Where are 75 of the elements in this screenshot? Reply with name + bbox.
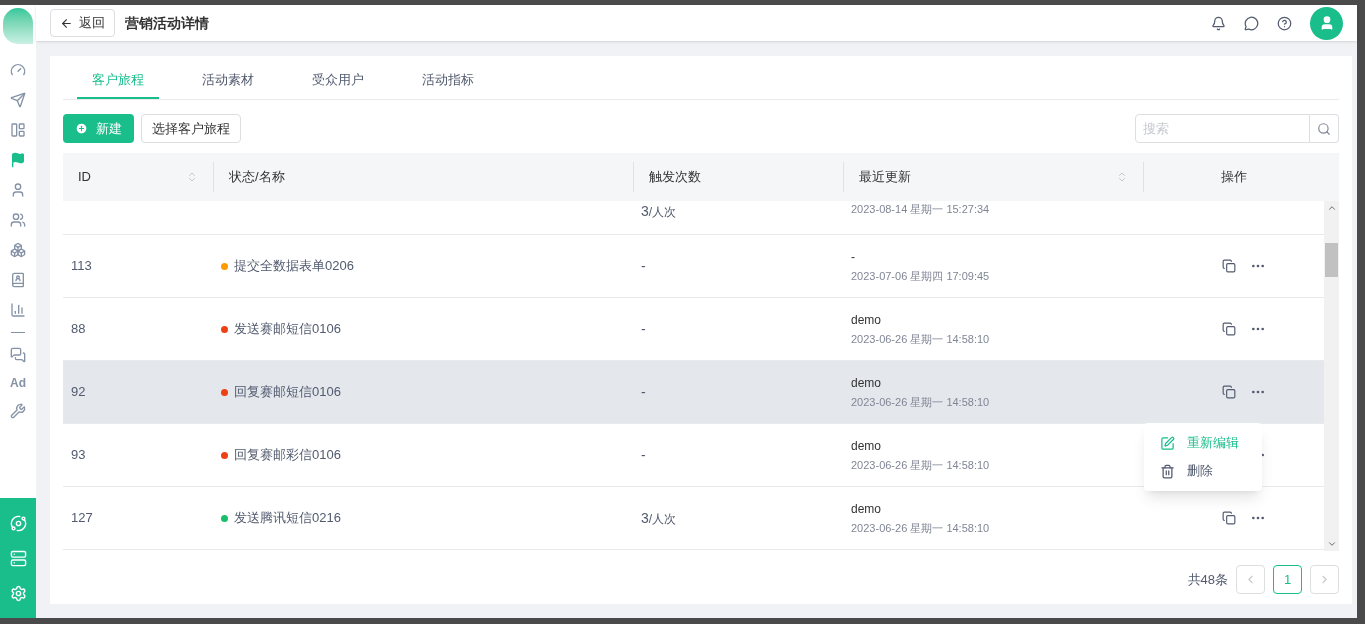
total-count: 共48条 [1187,570,1228,589]
network-icon[interactable] [9,514,27,532]
message-icon[interactable] [1244,15,1259,31]
updated-by: demo [851,374,883,392]
flag-icon[interactable] [10,152,26,168]
gauge-icon[interactable] [10,62,26,78]
settings-icon[interactable] [9,584,27,602]
table-row[interactable]: 92 回复赛邮短信0106 - demo 2023-06-26 星期一 14:58:10 [63,361,1324,424]
updated-by: demo [851,500,883,518]
copy-icon[interactable] [1221,259,1236,273]
updated-time: 2023-08-14 星期一 15:27:34 [851,202,991,217]
table-row[interactable]: 3/人次 2023-08-14 星期一 15:27:34 [63,201,1324,235]
select-journey-button[interactable]: 选择客户旅程 [141,114,241,143]
tab[interactable]: 活动指标 [407,62,489,99]
updated-by: demo [851,311,883,329]
wrench-icon[interactable] [10,403,26,419]
back-button[interactable]: 返回 [50,9,115,37]
copy-icon[interactable] [1221,511,1236,525]
search-icon [1317,121,1331,136]
arrow-left-icon [60,16,73,30]
logo-icon [3,8,33,44]
table-cell: 92 [71,384,86,400]
server-icon[interactable] [9,549,27,567]
page-title: 营销活动详情 [125,13,209,33]
help-icon[interactable] [1277,15,1292,31]
updated-time: 2023-06-26 星期一 14:58:10 [851,331,991,347]
updated-by: - [851,248,856,266]
send-icon[interactable] [10,92,26,108]
column-header: 操作 [1221,168,1247,187]
updated-time: 2023-06-26 星期一 14:58:10 [851,520,991,536]
layout-icon[interactable] [10,122,26,138]
table-cell: 127 [71,510,93,526]
trigger-count: - [641,321,646,337]
updated-time: 2023-06-26 星期一 14:58:10 [851,394,991,410]
updated-by: demo [851,437,883,455]
journey-name: 发送腾讯短信0216 [234,509,341,528]
trash-icon [1160,463,1175,479]
updated-time: 2023-07-06 星期四 17:09:45 [851,268,991,284]
table-cell: 113 [71,258,92,274]
users-icon[interactable] [10,212,26,228]
scroll-down-icon[interactable] [1326,539,1337,549]
search-field[interactable]: 搜索 [1135,114,1310,143]
tab[interactable]: 受众用户 [297,62,379,99]
copy-icon[interactable] [1221,322,1236,336]
plus-icon [75,122,88,135]
groups-icon[interactable] [10,242,26,258]
menu-item[interactable]: 删除 [1144,457,1262,485]
trigger-count: - [641,384,646,400]
table-cell: 88 [71,321,86,337]
notification-icon[interactable] [1211,15,1226,31]
scrollbar-thumb[interactable] [1325,243,1338,277]
trigger-count: - [641,258,646,274]
table-cell: 93 [71,447,86,463]
column-header: 触发次数 [649,168,701,187]
avatar[interactable] [1310,6,1343,40]
column-header: ID [78,168,91,187]
bookmark-person-icon[interactable] [10,272,26,288]
trigger-count: 3/人次 [641,204,677,219]
user-icon[interactable] [10,182,26,198]
journey-name: 提交全数据表单0206 [234,257,354,276]
scroll-up-icon[interactable] [1326,203,1337,213]
journey-name: 回复赛邮彩信0106 [234,446,341,465]
journey-name: 回复赛邮短信0106 [234,383,341,402]
search-button[interactable] [1310,114,1339,143]
column-header: 状态/名称 [229,168,285,187]
bar-chart-icon[interactable] [10,302,26,318]
column-header: 最近更新 [859,168,911,187]
copy-icon[interactable] [1221,385,1236,399]
trigger-count: 3/人次 [641,510,677,526]
trigger-count: - [641,447,646,463]
edit-icon [1160,435,1175,451]
updated-time: 2023-06-26 星期一 14:58:10 [851,457,991,473]
journey-name: 发送赛邮短信0106 [234,320,341,339]
tab[interactable]: 活动素材 [187,62,269,99]
chat-bubbles-icon[interactable] [10,347,26,363]
